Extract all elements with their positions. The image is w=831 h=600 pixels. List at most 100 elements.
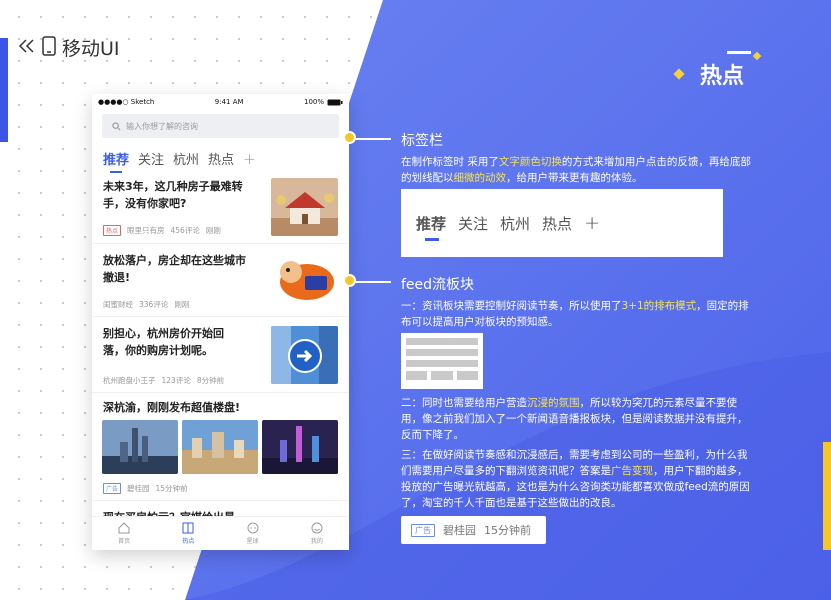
feed-item-comments: 456评论 — [170, 226, 200, 235]
section-text-feed-3: 三：在做好阅读节奏感和沉浸感后，需要考虑到公司的一些盈利，为什么我们需要用户尽量… — [401, 447, 753, 511]
tab-hangzhou[interactable]: 杭州 — [173, 149, 199, 168]
section-text-feed-2: 二：同时也需要给用户营造沉浸的氛围，所以较为突兀的元素尽量不要使用，像之前我们加… — [401, 395, 753, 443]
page-title: 热点 — [700, 64, 745, 89]
feed-item-source: 碧桂园 — [127, 484, 150, 493]
connector-dot — [343, 274, 356, 287]
tabbar-home[interactable]: 首页 — [118, 517, 130, 550]
left-accent-bar — [0, 38, 8, 142]
feed-item-source: 杭州跑盘小王子 — [103, 376, 156, 385]
feed-item-title: 放松落户，房企却在这些城市撤退! — [103, 254, 246, 284]
tab-hot[interactable]: 热点 — [542, 213, 572, 234]
title-decoration-line — [727, 51, 751, 54]
meta-demo-source: 碧桂园 — [443, 524, 476, 537]
text: ，给用户带来更有趣的体验。 — [506, 172, 643, 184]
tabbar-mine[interactable]: 我的 — [311, 517, 323, 550]
bottom-tab-bar: 首页 热点 星球 我的 — [92, 516, 349, 550]
layout-demo-bar — [406, 349, 478, 356]
feed-item[interactable]: 别担心，杭州房价开始回落，你的购房计划呢。 杭州跑盘小王子 123评论 8分钟前 — [92, 317, 349, 393]
phone-mockup: ●●●●○ Sketch 9:41 AM 100% 输入你想了解的咨询 推荐 关… — [92, 94, 349, 550]
tab-recommend[interactable]: 推荐 — [416, 213, 446, 241]
status-bar: ●●●●○ Sketch 9:41 AM 100% — [92, 94, 349, 110]
hot-tag: 热点 — [103, 225, 122, 236]
city-thumbnail — [262, 420, 338, 474]
highlight-text: 文字颜色切换 — [498, 156, 562, 168]
city-thumbnail — [182, 420, 258, 474]
feed-item-title: 别担心，杭州房价开始回落，你的购房计划呢。 — [103, 327, 224, 357]
house-thumbnail — [271, 178, 338, 236]
tab-hangzhou[interactable]: 杭州 — [500, 213, 530, 234]
layout-demo-bar — [406, 338, 478, 345]
feed-item-meta: 广告 碧桂园 15分钟前 — [103, 483, 188, 494]
highlight-text: 3+1的排布模式 — [621, 300, 697, 312]
phone-icon — [42, 35, 56, 60]
section-text-tabs: 在制作标签时 采用了文字颜色切换的方式来增加用户点击的反馈，再给底部的划线配以细… — [401, 154, 753, 186]
connector-line — [355, 281, 391, 283]
feed-item-title: 未来3年，这几种房子最难转手，没有你家吧? — [103, 180, 243, 210]
carrier-text: ●●●●○ Sketch — [98, 98, 155, 106]
feed-item[interactable]: 深杭渝，刚刚发布超值楼盘! 广告 碧桂园 15分钟前 — [92, 393, 349, 501]
cartoon-thumbnail — [271, 250, 338, 308]
road-sign-thumbnail — [271, 326, 338, 384]
text: 二：同时也需要给用户营造 — [401, 397, 527, 409]
text: 在制作标签时 采用了 — [401, 156, 499, 168]
tabbar-label: 星球 — [246, 538, 259, 545]
feed-item-title: 深杭渝，刚刚发布超值楼盘! — [103, 401, 241, 414]
highlight-text: 沉浸的氛围 — [527, 397, 580, 409]
highlight-text: 细微的动效 — [453, 172, 507, 184]
layout-demo-card — [401, 333, 483, 389]
status-time: 9:41 AM — [214, 98, 244, 106]
feed-item-time: 15分钟前 — [155, 484, 188, 493]
feed-item-time: 8分钟前 — [196, 376, 225, 385]
text: 一：资讯板块需要控制好阅读节奏，所以使用了 — [401, 300, 622, 312]
tab-bar: 推荐 关注 杭州 热点 + — [92, 138, 349, 173]
connector-line — [355, 138, 391, 140]
battery-icon — [327, 99, 343, 105]
battery-text: 100% — [303, 98, 324, 106]
add-tab-button[interactable]: + — [584, 212, 600, 234]
search-icon — [112, 121, 121, 130]
feed-item[interactable]: 未来3年，这几种房子最难转手，没有你家吧? 热点 眼里只有房 456评论 刚刚 — [92, 172, 349, 244]
tab-recommend[interactable]: 推荐 — [103, 149, 129, 173]
tabbar-label: 首页 — [118, 538, 131, 545]
feed-item-time: 刚刚 — [174, 300, 190, 309]
tabbar-planet[interactable]: 星球 — [247, 517, 259, 550]
ad-tag: 广告 — [411, 523, 435, 537]
brand-header: 移动UI — [18, 34, 120, 61]
layout-demo-bar — [406, 360, 478, 367]
tabbar-label: 热点 — [182, 538, 195, 545]
right-accent-bar — [823, 442, 831, 550]
tab-follow[interactable]: 关注 — [138, 149, 164, 168]
feed-item-comments: 336评论 — [139, 300, 169, 309]
section-title-tabs: 标签栏 — [401, 133, 443, 149]
layout-demo-row — [406, 371, 478, 380]
feed-item-meta: 杭州跑盘小王子 123评论 8分钟前 — [103, 375, 224, 386]
add-tab-button[interactable]: + — [243, 150, 256, 168]
tab-demo-card: 推荐 关注 杭州 热点 + — [401, 189, 723, 257]
feed-item[interactable]: 放松落户，房企却在这些城市撤退! 闺蜜财经 336评论 刚刚 — [92, 244, 349, 317]
section-text-feed-1: 一：资讯板块需要控制好阅读节奏，所以使用了3+1的排布模式，固定的排布可以提高用… — [401, 298, 753, 330]
tabbar-hot[interactable]: 热点 — [182, 517, 194, 550]
connector-dot — [343, 131, 356, 144]
tabbar-label: 我的 — [310, 538, 323, 545]
tab-hot[interactable]: 热点 — [208, 149, 234, 168]
feed-item-comments: 123评论 — [161, 376, 191, 385]
ad-tag: 广告 — [103, 483, 122, 494]
search-input[interactable]: 输入你想了解的咨询 — [102, 114, 339, 138]
feed-item-source: 眼里只有房 — [127, 226, 165, 235]
city-thumbnail — [102, 420, 178, 474]
feed-item-source: 闺蜜财经 — [103, 300, 133, 309]
feed-item-meta: 闺蜜财经 336评论 刚刚 — [103, 299, 189, 310]
brand-title: 移动UI — [62, 38, 120, 60]
highlight-text: 广告变现 — [611, 465, 653, 477]
search-placeholder: 输入你想了解的咨询 — [126, 121, 198, 131]
smile-icon — [311, 522, 323, 534]
meta-demo-time: 15分钟前 — [484, 524, 531, 537]
feed-item-time: 刚刚 — [205, 226, 221, 235]
chat-icon — [247, 522, 259, 534]
double-chevron-left-icon[interactable] — [18, 38, 36, 58]
tab-follow[interactable]: 关注 — [458, 213, 488, 234]
home-icon — [118, 522, 130, 534]
book-icon — [182, 522, 194, 534]
feed-item-meta: 热点 眼里只有房 456评论 刚刚 — [103, 225, 221, 236]
section-title-feed: feed流板块 — [401, 277, 475, 293]
